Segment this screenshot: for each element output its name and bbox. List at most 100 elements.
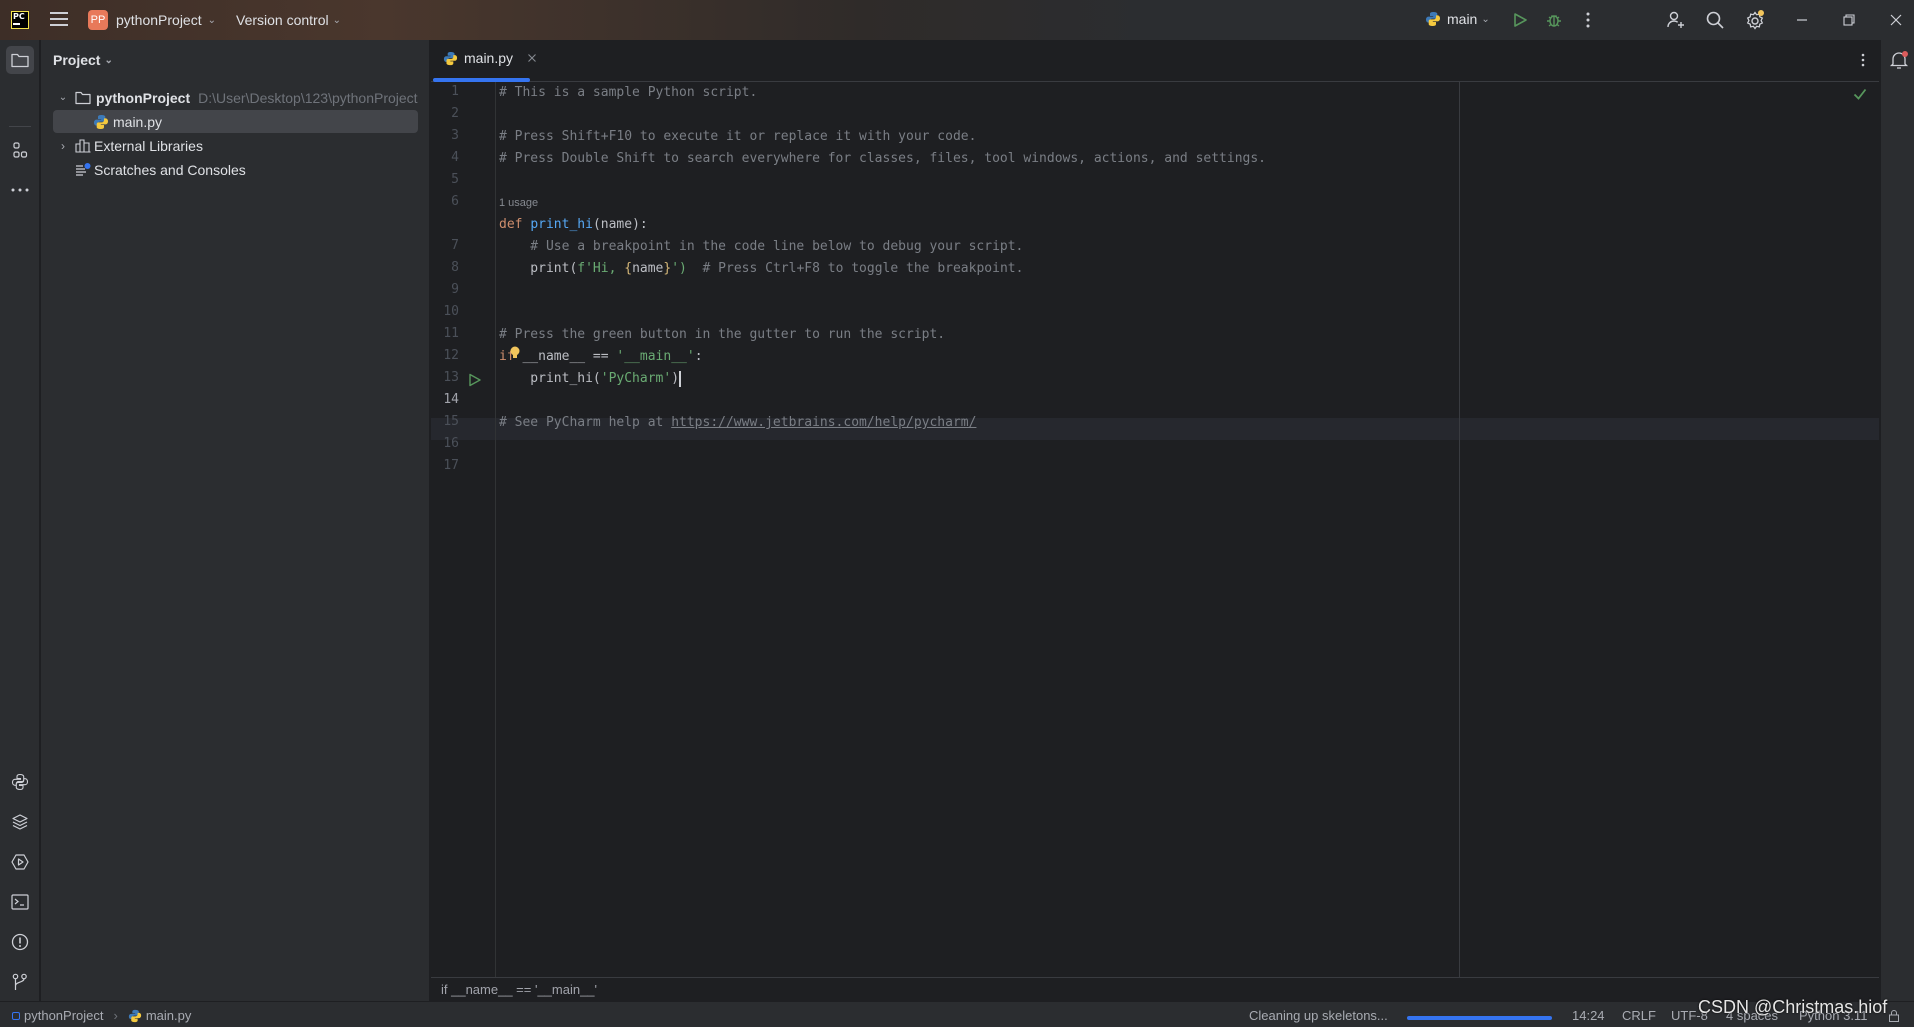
- python-file-icon: [443, 51, 458, 65]
- code-text: __name__ ==: [514, 349, 617, 364]
- breadcrumb-item[interactable]: if __name__ == '__main__': [441, 982, 597, 997]
- minimize-button[interactable]: [1790, 8, 1814, 32]
- line-number: 15: [443, 414, 459, 429]
- lock-icon[interactable]: [1888, 1010, 1900, 1022]
- project-switcher[interactable]: PP pythonProject ⌄: [88, 10, 216, 30]
- run-button[interactable]: [1508, 8, 1532, 32]
- debug-button[interactable]: [1542, 8, 1566, 32]
- python-packages-button[interactable]: [6, 768, 34, 796]
- project-view-selector[interactable]: Project ⌄: [53, 52, 113, 68]
- chevron-down-icon: ⌄: [104, 54, 113, 66]
- code-text: print_hi(: [499, 371, 601, 386]
- keyword: def: [499, 217, 523, 232]
- problems-tool-button[interactable]: [6, 928, 34, 956]
- line-number: 10: [443, 304, 459, 319]
- search-icon: [1706, 11, 1724, 29]
- no-problems-check-icon[interactable]: [1853, 88, 1867, 100]
- status-file-link[interactable]: main.py: [146, 1008, 192, 1023]
- line-number: 9: [451, 282, 459, 297]
- code-line-current: print_hi('PyCharm'): [499, 368, 682, 390]
- notifications-bell-icon[interactable]: [1889, 50, 1909, 70]
- folder-icon: [11, 53, 29, 68]
- project-panel-title: Project: [53, 52, 101, 68]
- project-name: pythonProject: [116, 12, 202, 28]
- editor-tabs-more-button[interactable]: [1861, 53, 1865, 72]
- code-content[interactable]: # This is a sample Python script. # Pres…: [499, 82, 1266, 430]
- chevron-right-icon: ›: [113, 1008, 118, 1023]
- run-config-name: main: [1447, 11, 1478, 27]
- services-tool-button[interactable]: [6, 848, 34, 876]
- close-icon: [1890, 14, 1902, 26]
- string: '__main__': [616, 349, 695, 364]
- status-project-link[interactable]: pythonProject: [24, 1008, 104, 1023]
- string: 'PyCharm': [600, 371, 672, 386]
- watermark: CSDN @Christmas.hiof: [1698, 997, 1888, 1017]
- pycharm-logo-icon[interactable]: PC: [11, 11, 29, 29]
- title-bar: PC PP pythonProject ⌄ Version control ⌄ …: [0, 0, 1914, 40]
- settings-button[interactable]: [1743, 8, 1767, 32]
- more-tool-windows-button[interactable]: [6, 176, 34, 204]
- tree-item-project-root[interactable]: ⌄ pythonProject D:\User\Desktop\123\pyth…: [53, 86, 418, 109]
- tree-item-label: External Libraries: [94, 137, 203, 154]
- right-tool-strip: [1880, 40, 1914, 1001]
- code-line: # Press the green button in the gutter t…: [499, 327, 946, 342]
- close-tab-icon[interactable]: [527, 53, 537, 63]
- project-tool-button[interactable]: [6, 46, 34, 74]
- status-breadcrumb: pythonProject › main.py: [12, 1008, 191, 1023]
- terminal-tool-button[interactable]: [6, 888, 34, 916]
- string: '): [671, 261, 687, 276]
- line-number: 5: [451, 172, 459, 187]
- code-line: # Use a breakpoint in the code line belo…: [499, 239, 1024, 254]
- code-text: ): [671, 371, 680, 386]
- project-path: D:\User\Desktop\123\pythonProject: [198, 89, 418, 106]
- brace: {: [624, 261, 633, 276]
- tree-item-label: Scratches and Consoles: [94, 161, 246, 178]
- more-horizontal-icon: [11, 188, 29, 192]
- tab-main-py[interactable]: main.py: [443, 50, 537, 66]
- chevron-down-icon: ⌄: [1481, 13, 1490, 25]
- scratches-icon: [76, 162, 91, 176]
- comment: # Press Ctrl+F8 to toggle the breakpoint…: [686, 261, 1024, 276]
- git-branch-icon: [12, 973, 27, 990]
- caret-position[interactable]: 14:24: [1572, 1008, 1605, 1023]
- line-number: 12: [443, 348, 459, 363]
- main-menu-icon[interactable]: [50, 12, 68, 28]
- line-number-current: 14: [443, 392, 459, 407]
- python-packages-tool-button[interactable]: [6, 808, 34, 836]
- logo-text: PC: [13, 12, 25, 21]
- gutter: 1 2 3 4 5 6 7 8 9 10 11 12 13 14 15 16 1…: [431, 82, 496, 977]
- chevron-down-icon[interactable]: ⌄: [53, 92, 73, 103]
- intention-bulb-icon[interactable]: [509, 346, 521, 360]
- code-line: # This is a sample Python script.: [499, 85, 758, 100]
- help-link[interactable]: https://www.jetbrains.com/help/pycharm/: [671, 415, 976, 430]
- search-everywhere-button[interactable]: [1703, 8, 1727, 32]
- line-number: 11: [443, 326, 459, 341]
- tree-item-label: main.py: [113, 113, 163, 130]
- line-separator[interactable]: CRLF: [1622, 1008, 1656, 1023]
- tree-item-scratches[interactable]: Scratches and Consoles: [53, 158, 418, 181]
- structure-icon: [13, 142, 28, 158]
- code-text: print(: [499, 261, 578, 276]
- close-window-button[interactable]: [1884, 8, 1908, 32]
- structure-tool-button[interactable]: [6, 136, 34, 164]
- run-gutter-icon[interactable]: [468, 373, 482, 387]
- chevron-right-icon[interactable]: ›: [53, 139, 73, 153]
- tree-item-external-libraries[interactable]: › External Libraries: [53, 134, 418, 157]
- usage-hint[interactable]: 1 usage: [499, 192, 538, 214]
- line-number: 4: [451, 150, 459, 165]
- python-icon: [1426, 12, 1440, 26]
- background-task-label[interactable]: Cleaning up skeletons...: [1249, 1008, 1388, 1023]
- more-actions-button[interactable]: [1576, 8, 1600, 32]
- tree-item-main-py[interactable]: main.py: [53, 110, 418, 133]
- chevron-down-icon: ⌄: [332, 14, 341, 26]
- code-with-me-button[interactable]: [1664, 8, 1688, 32]
- minimize-icon: [1797, 19, 1807, 21]
- layers-icon: [12, 814, 28, 830]
- version-control-menu[interactable]: Version control ⌄: [236, 12, 341, 28]
- module-icon: [12, 1011, 20, 1020]
- run-configuration-selector[interactable]: main ⌄: [1425, 11, 1490, 27]
- git-tool-button[interactable]: [6, 968, 34, 996]
- editor-breadcrumb[interactable]: if __name__ == '__main__': [431, 977, 1879, 1001]
- tab-label: main.py: [464, 50, 514, 66]
- restore-button[interactable]: [1837, 8, 1861, 32]
